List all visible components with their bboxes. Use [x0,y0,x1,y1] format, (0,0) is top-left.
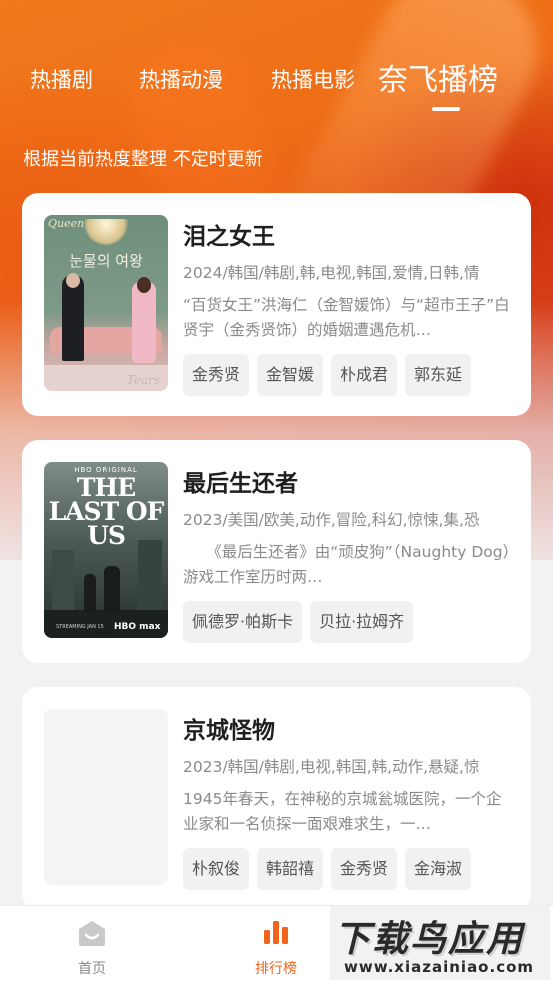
actor-tag[interactable]: 佩德罗·帕斯卡 [183,601,303,643]
item-title: 京城怪物 [183,718,275,744]
chandelier-graphic [84,219,128,245]
tab-netflix-ranking[interactable]: 奈飞播榜 [378,55,498,99]
ranking-icon [264,921,288,944]
list-item[interactable]: HBO ORIGINAL THE LAST OF US STREAMING JA… [22,440,531,663]
actor-tag[interactable]: 金秀贤 [183,354,250,396]
poster-signature-text: Tears [126,373,160,387]
actor-tag[interactable]: 朴叙俊 [183,848,250,890]
active-tab-indicator [432,107,460,111]
watermark-text: 下载鸟应用 [334,919,525,960]
item-title: 最后生还者 [183,471,298,497]
poster-placeholder[interactable] [44,709,168,885]
actor-tag[interactable]: 金海淑 [405,848,472,890]
tab-hot-drama[interactable]: 热播剧 [30,64,93,94]
actor-tags: 朴叙俊 韩韶禧 金秀贤 金海淑 [183,848,472,890]
page-subtitle: 根据当前热度整理 不定时更新 [23,149,263,170]
poster-image[interactable]: Queen 눈물의 여왕 Tears [44,215,168,391]
poster-title-text: 눈물의 여왕 [69,252,143,270]
poster-script-text: Queen [48,217,85,230]
figure-graphic [104,566,120,612]
list-item[interactable]: 京城怪物 2023/韩国/韩剧,电视,韩国,韩,动作,悬疑,惊 1945年春天，… [22,687,531,910]
poster-image[interactable]: HBO ORIGINAL THE LAST OF US STREAMING JA… [44,462,168,638]
nav-ranking[interactable]: 排行榜 [226,906,326,985]
poster-logo-text: THE LAST OF US [48,473,165,550]
item-meta: 2023/美国/欧美,动作,冒险,科幻,惊悚,集,恐 [183,511,480,529]
building-graphic [138,540,162,612]
actor-tags: 佩德罗·帕斯卡 贝拉·拉姆齐 [183,601,414,643]
figure-graphic [84,574,96,612]
item-meta: 2023/韩国/韩剧,电视,韩国,韩,动作,悬疑,惊 [183,758,480,776]
home-icon [79,921,105,946]
figure-graphic [62,273,84,361]
actor-tag[interactable]: 金智媛 [257,354,324,396]
item-description: 《最后生还者》由“顽皮狗”（Naughty Dog）游戏工作室历时两… [183,543,511,586]
nav-ranking-label: 排行榜 [255,961,297,977]
tab-hot-anime[interactable]: 热播动漫 [139,64,223,94]
item-description: “百货女王”洪海仁（金智媛饰）与“超市王子”白贤宇（金秀贤饰）的婚姻遭遇危机… [183,296,510,339]
actor-tags: 金秀贤 金智媛 朴成君 郭东延 [183,354,472,396]
figure-graphic [132,277,156,363]
actor-tag[interactable]: 金秀贤 [331,848,398,890]
watermark: 下载鸟应用 www.xiazainiao.com [330,906,550,980]
item-title: 泪之女王 [183,224,275,250]
category-tabs: 热播剧 热播动漫 热播电影 奈飞播榜 [0,0,553,120]
poster-small-text: STREAMING JAN 15 [56,624,104,630]
actor-tag[interactable]: 郭东延 [405,354,472,396]
nav-home[interactable]: 首页 [42,906,142,985]
tab-hot-movie[interactable]: 热播电影 [271,64,355,94]
item-meta: 2024/韩国/韩剧,韩,电视,韩国,爱情,日韩,情 [183,264,480,282]
watermark-url: www.xiazainiao.com [344,958,535,976]
poster-brand-text: HBO max [114,622,161,632]
actor-tag[interactable]: 朴成君 [331,354,398,396]
nav-home-label: 首页 [78,961,106,977]
actor-tag[interactable]: 韩韶禧 [257,848,324,890]
list-item[interactable]: Queen 눈물의 여왕 Tears 泪之女王 2024/韩国/韩剧,韩,电视,… [22,193,531,416]
item-description: 1945年春天，在神秘的京城瓮城医院，一个企业家和一名侦探一面艰难求生，一… [183,790,502,833]
building-graphic [52,550,74,610]
actor-tag[interactable]: 贝拉·拉姆齐 [310,601,414,643]
